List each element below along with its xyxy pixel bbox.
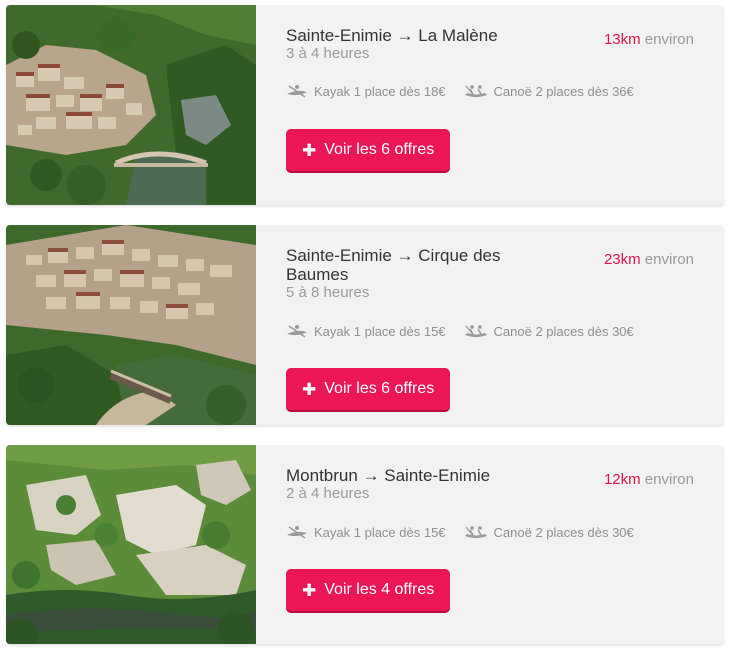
canoe-offer: Canoë 2 places dès 30€ (464, 323, 634, 339)
photo-illustration (6, 5, 256, 205)
canoe-offer-label: Canoë 2 places dès 30€ (493, 524, 634, 540)
trip-distance-suffix: environ (644, 251, 694, 268)
trip-card-body: Sainte-Enimie → Cirque des Baumes 5 à 8 … (256, 225, 724, 425)
view-offers-button[interactable]: ✚ Voir les 6 offres (286, 368, 451, 410)
canoe-icon (464, 325, 487, 338)
trip-card-body: Sainte-Enimie → La Malène 3 à 4 heures 1… (256, 5, 724, 205)
trip-duration: 3 à 4 heures (286, 45, 370, 62)
boat-offers: Kayak 1 place dès 15€ Canoë 2 places dès… (286, 323, 634, 339)
view-offers-button[interactable]: ✚ Voir les 6 offres (286, 129, 451, 171)
trip-distance-value: 23km (603, 251, 641, 268)
canoe-offer-label: Canoë 2 places dès 30€ (493, 323, 634, 339)
trip-route-label: Sainte-Enimie → La Malène (286, 26, 498, 45)
trip-photo-cliffs[interactable] (6, 445, 256, 644)
trip-card[interactable]: Sainte-Enimie → Cirque des Baumes 5 à 8 … (6, 225, 724, 425)
kayak-offer: Kayak 1 place dès 18€ (286, 83, 446, 99)
kayak-icon (287, 526, 307, 539)
trip-distance: 23km environ (604, 251, 694, 268)
kayak-offer-label: Kayak 1 place dès 15€ (314, 323, 446, 339)
view-offers-label: Voir les 6 offres (324, 141, 435, 158)
trip-distance-suffix: environ (644, 31, 694, 48)
trip-distance-value: 12km (603, 471, 641, 488)
boat-offers: Kayak 1 place dès 18€ Canoë 2 places dès… (286, 83, 634, 99)
photo-illustration (6, 225, 256, 425)
canoe-icon (464, 526, 487, 539)
trip-duration: 2 à 4 heures (286, 485, 370, 502)
trip-distance-suffix: environ (644, 471, 694, 488)
canoe-offer: Canoë 2 places dès 36€ (464, 83, 634, 99)
canoe-offer-label: Canoë 2 places dès 36€ (493, 83, 634, 99)
kayak-icon (287, 85, 307, 98)
kayak-offer: Kayak 1 place dès 15€ (286, 524, 446, 540)
canoe-icon (464, 85, 487, 98)
view-offers-label: Voir les 4 offres (324, 581, 435, 598)
boat-offers: Kayak 1 place dès 15€ Canoë 2 places dès… (286, 524, 634, 540)
trip-distance: 12km environ (604, 471, 694, 488)
trip-route[interactable]: Sainte-Enimie → La Malène 3 à 4 heures (286, 26, 546, 62)
photo-illustration (6, 445, 256, 644)
trip-photo-village-bridge[interactable] (6, 5, 256, 205)
canoe-offer: Canoë 2 places dès 30€ (464, 524, 634, 540)
trip-route-label: Montbrun → Sainte-Enimie (286, 466, 491, 485)
kayak-offer-label: Kayak 1 place dès 18€ (314, 83, 446, 99)
trip-distance: 13km environ (604, 31, 694, 48)
kayak-offer: Kayak 1 place dès 15€ (286, 323, 446, 339)
kayak-icon (287, 325, 307, 338)
trip-route[interactable]: Montbrun → Sainte-Enimie 2 à 4 heures (286, 466, 546, 502)
view-offers-label: Voir les 6 offres (324, 380, 435, 397)
trip-duration: 5 à 8 heures (286, 284, 370, 301)
trip-card[interactable]: Montbrun → Sainte-Enimie 2 à 4 heures 12… (6, 445, 724, 644)
plus-icon: ✚ (302, 140, 317, 160)
trip-card-body: Montbrun → Sainte-Enimie 2 à 4 heures 12… (256, 445, 724, 644)
kayak-offer-label: Kayak 1 place dès 15€ (314, 524, 446, 540)
plus-icon: ✚ (302, 379, 317, 399)
plus-icon: ✚ (302, 580, 317, 600)
trip-distance-value: 13km (603, 31, 641, 48)
view-offers-button[interactable]: ✚ Voir les 4 offres (286, 569, 451, 611)
trip-list: Sainte-Enimie → La Malène 3 à 4 heures 1… (0, 0, 732, 652)
trip-photo-village-aerial[interactable] (6, 225, 256, 425)
trip-card[interactable]: Sainte-Enimie → La Malène 3 à 4 heures 1… (6, 5, 724, 205)
trip-route[interactable]: Sainte-Enimie → Cirque des Baumes 5 à 8 … (286, 246, 546, 301)
trip-route-label: Sainte-Enimie → Cirque des Baumes (286, 246, 501, 284)
